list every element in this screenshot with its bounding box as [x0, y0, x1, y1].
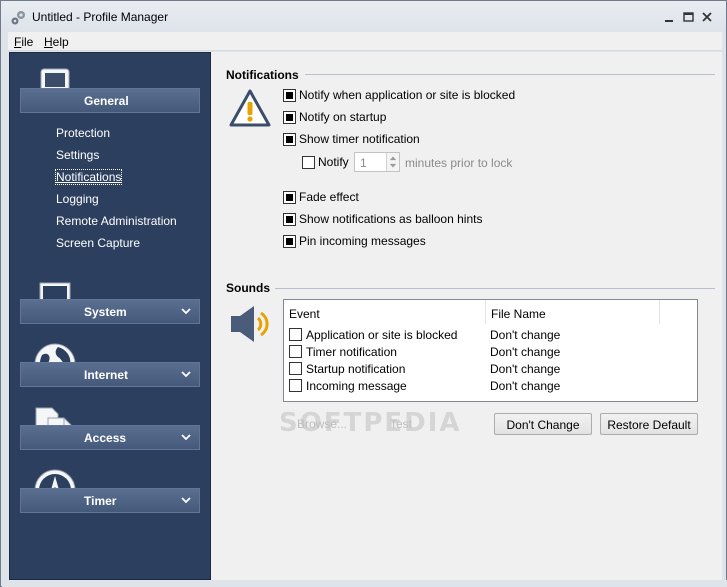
browse-button[interactable]: Browse...: [289, 413, 355, 435]
row-event: Application or site is blocked: [306, 328, 458, 342]
checkbox-box[interactable]: [283, 88, 296, 102]
row-checkbox[interactable]: [289, 362, 302, 375]
sidebar-item-protection[interactable]: Protection: [56, 126, 110, 140]
row-file: Don't change: [490, 328, 561, 342]
stepper-value: 1: [360, 156, 367, 170]
warning-icon: [229, 89, 271, 127]
checkbox-label: Pin incoming messages: [299, 234, 426, 248]
checkbox-label: Show notifications as balloon hints: [299, 212, 483, 226]
section-general-label: General: [84, 94, 129, 108]
section-system-header[interactable]: System: [20, 299, 200, 324]
speaker-icon: [231, 306, 269, 342]
chevron-down-icon: [181, 308, 191, 315]
sidebar: General Protection Settings Notification…: [9, 52, 211, 580]
list-item[interactable]: Timer notification Don't change: [289, 343, 689, 360]
divider: [275, 288, 715, 289]
minutes-suffix-label: minutes prior to lock: [405, 156, 513, 170]
checkbox-label: Notify when application or site is block…: [299, 88, 516, 102]
sounds-group-title: Sounds: [226, 281, 270, 295]
row-file: Don't change: [490, 345, 561, 359]
notify-startup-checkbox[interactable]: Notify on startup: [283, 110, 386, 124]
list-item[interactable]: Application or site is blocked Don't cha…: [289, 326, 689, 343]
test-button[interactable]: Test: [371, 413, 431, 435]
sidebar-item-screen-capture[interactable]: Screen Capture: [56, 236, 140, 250]
divider: [305, 74, 715, 75]
section-access-label: Access: [84, 431, 127, 445]
section-timer-header[interactable]: Timer: [20, 488, 200, 513]
minimize-icon[interactable]: [661, 9, 677, 25]
checkbox-label: Fade effect: [299, 190, 359, 204]
dont-change-button[interactable]: Don't Change: [494, 413, 592, 435]
checkbox-box[interactable]: [283, 110, 296, 124]
row-checkbox[interactable]: [289, 328, 302, 341]
section-access-header[interactable]: Access: [20, 425, 200, 450]
row-event: Incoming message: [306, 379, 407, 393]
menu-file[interactable]: File: [14, 35, 33, 49]
window-title: Untitled - Profile Manager: [32, 10, 169, 24]
section-general-header[interactable]: General: [20, 88, 200, 113]
restore-default-button[interactable]: Restore Default: [600, 413, 698, 435]
sidebar-item-notifications[interactable]: Notifications: [54, 169, 123, 185]
column-header-file-name[interactable]: File Name: [486, 300, 660, 324]
show-timer-notification-checkbox[interactable]: Show timer notification: [283, 132, 420, 146]
section-internet-header[interactable]: Internet: [20, 362, 200, 387]
close-icon[interactable]: [699, 9, 715, 25]
checkbox-label: Notify: [318, 155, 349, 169]
chevron-down-icon: [181, 371, 191, 378]
pin-messages-checkbox[interactable]: Pin incoming messages: [283, 234, 426, 248]
row-file: Don't change: [490, 379, 561, 393]
sidebar-item-logging[interactable]: Logging: [56, 192, 99, 206]
list-item[interactable]: Incoming message Don't change: [289, 377, 689, 394]
menu-bar: File Help: [8, 32, 722, 51]
gear-icon: [11, 11, 25, 25]
checkbox-box[interactable]: [283, 212, 296, 226]
timer-notify-checkbox[interactable]: Notify: [302, 155, 349, 169]
menu-help[interactable]: Help: [44, 35, 69, 49]
checkbox-label: Notify on startup: [299, 110, 387, 124]
checkbox-label: Show timer notification: [299, 132, 420, 146]
row-event: Timer notification: [306, 345, 397, 359]
checkbox-box[interactable]: [283, 234, 296, 248]
section-system-label: System: [84, 305, 127, 319]
fade-effect-checkbox[interactable]: Fade effect: [283, 190, 359, 204]
notify-blocked-checkbox[interactable]: Notify when application or site is block…: [283, 88, 515, 102]
row-checkbox[interactable]: [289, 345, 302, 358]
row-event: Startup notification: [306, 362, 406, 376]
sidebar-item-settings[interactable]: Settings: [56, 148, 99, 162]
minutes-stepper[interactable]: 1: [354, 152, 400, 172]
main-panel: Notifications Notify when application or…: [211, 52, 722, 580]
checkbox-box[interactable]: [283, 190, 296, 204]
notifications-group-title: Notifications: [226, 68, 299, 82]
chevron-down-icon: [181, 434, 191, 441]
column-header-event[interactable]: Event: [284, 300, 486, 324]
checkbox-box[interactable]: [302, 155, 315, 169]
section-timer-label: Timer: [84, 494, 117, 508]
sidebar-item-remote-administration[interactable]: Remote Administration: [56, 214, 177, 228]
checkbox-box[interactable]: [283, 132, 296, 146]
chevron-down-icon: [181, 497, 191, 504]
title-bar: Untitled - Profile Manager: [1, 1, 726, 32]
maximize-icon[interactable]: [680, 9, 696, 25]
section-internet-label: Internet: [84, 368, 129, 382]
window-frame-bottom: [2, 580, 727, 587]
row-checkbox[interactable]: [289, 379, 302, 392]
stepper-arrows-icon[interactable]: [386, 153, 399, 171]
app-window: Untitled - Profile Manager File Help Gen…: [0, 0, 727, 587]
balloon-hints-checkbox[interactable]: Show notifications as balloon hints: [283, 212, 482, 226]
sounds-event-list[interactable]: Event File Name Application or site is b…: [283, 299, 698, 402]
row-file: Don't change: [490, 362, 561, 376]
list-item[interactable]: Startup notification Don't change: [289, 360, 689, 377]
